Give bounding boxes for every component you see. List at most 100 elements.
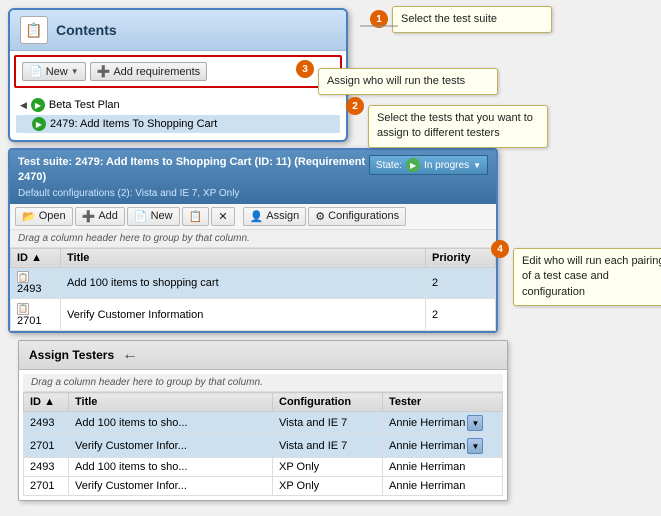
- tester-select[interactable]: Annie Herriman ▼: [389, 438, 496, 454]
- sort-asc-icon: ▲: [31, 252, 42, 264]
- ts-cell-priority: 2: [426, 267, 496, 299]
- callout-number-4: 4: [491, 240, 509, 258]
- add-button[interactable]: ➕ Add: [75, 207, 125, 226]
- testsuite-title-block: Test suite: 2479: Add Items to Shopping …: [18, 155, 369, 199]
- callout-1: Select the test suite: [392, 6, 552, 33]
- state-label: State:: [376, 160, 402, 171]
- state-area: State: ▶ In progres ▼: [369, 155, 488, 175]
- at-cell-title: Verify Customer Infor...: [69, 477, 273, 496]
- tree-collapse-icon: ◀: [20, 100, 27, 111]
- tree-beta-plan[interactable]: ◀ ▶ Beta Test Plan: [16, 96, 340, 114]
- state-value: In progres: [424, 160, 469, 171]
- assign-row[interactable]: 2701 Verify Customer Infor... Vista and …: [24, 435, 503, 458]
- at-cell-title: Add 100 items to sho...: [69, 458, 273, 477]
- state-badge: State: ▶ In progres ▼: [369, 155, 488, 175]
- copy-button[interactable]: 📋: [182, 207, 210, 226]
- tester-name: Annie Herriman: [389, 417, 465, 429]
- callout-number-2: 2: [346, 97, 364, 115]
- testsuite-panel: Test suite: 2479: Add Items to Shopping …: [8, 148, 498, 333]
- tester-name: Annie Herriman: [389, 480, 465, 492]
- open-button[interactable]: 📂 Open: [15, 207, 73, 226]
- tester-dropdown-btn[interactable]: ▼: [467, 438, 483, 454]
- contents-toolbar: 📄 New ▼ ➕ Add requirements: [14, 55, 342, 88]
- drag-hint-assign: Drag a column header here to group by th…: [23, 374, 503, 392]
- assign-row[interactable]: 2493 Add 100 items to sho... XP Only Ann…: [24, 458, 503, 477]
- new-button[interactable]: 📄 New ▼: [22, 62, 86, 81]
- at-cell-config: XP Only: [273, 477, 383, 496]
- configurations-button[interactable]: ⚙ Configurations: [308, 207, 406, 226]
- assign-col-id[interactable]: ID ▲: [24, 393, 69, 412]
- play-icon: ▶: [31, 98, 45, 112]
- assign-title: Assign Testers: [29, 348, 114, 362]
- tester-dropdown-btn[interactable]: ▼: [467, 415, 483, 431]
- ts-cell-title: Verify Customer Information: [61, 299, 426, 331]
- assign-col-tester[interactable]: Tester: [383, 393, 503, 412]
- testsuite-header: Test suite: 2479: Add Items to Shopping …: [10, 150, 496, 204]
- open-icon: 📂: [22, 210, 36, 223]
- add-req-icon: ➕: [97, 65, 111, 78]
- assign-button[interactable]: 👤 Assign: [243, 207, 307, 226]
- assign-testers-header: Assign Testers ←: [19, 341, 507, 370]
- testsuite-subtitle: Default configurations (2): Vista and IE…: [18, 188, 369, 199]
- assign-sort-icon: ▲: [44, 396, 55, 408]
- state-play-icon: ▶: [406, 158, 420, 172]
- tree-test-item[interactable]: ▶ 2479: Add Items To Shopping Cart: [16, 115, 340, 133]
- col-id-header[interactable]: ID ▲: [11, 248, 61, 267]
- at-cell-title: Verify Customer Infor...: [69, 435, 273, 458]
- ts-cell-id: 📋2701: [11, 299, 61, 331]
- assign-row[interactable]: 2701 Verify Customer Infor... XP Only An…: [24, 477, 503, 496]
- tester-name: Annie Herriman: [389, 461, 465, 473]
- assign-row[interactable]: 2493 Add 100 items to sho... Vista and I…: [24, 412, 503, 435]
- delete-icon: ✕: [218, 210, 227, 223]
- callout-2: Select the tests that you want to assign…: [368, 105, 548, 148]
- contents-tree: ◀ ▶ Beta Test Plan ▶ 2479: Add Items To …: [10, 92, 346, 140]
- at-cell-config: XP Only: [273, 458, 383, 477]
- contents-panel: 📋 Contents 📄 New ▼ ➕ Add requirements ◀ …: [8, 8, 348, 142]
- at-cell-tester: Annie Herriman: [383, 477, 503, 496]
- copy-icon: 📋: [189, 210, 203, 223]
- at-cell-id: 2493: [24, 458, 69, 477]
- at-cell-config: Vista and IE 7: [273, 412, 383, 435]
- drag-hint-testsuite: Drag a column header here to group by th…: [10, 230, 496, 248]
- at-cell-title: Add 100 items to sho...: [69, 412, 273, 435]
- callout-1-line: [350, 16, 400, 36]
- tester-select[interactable]: Annie Herriman ▼: [389, 415, 496, 431]
- tester-name: Annie Herriman: [389, 440, 465, 452]
- delete-button[interactable]: ✕: [211, 207, 234, 226]
- testsuite-toolbar: 📂 Open ➕ Add 📄 New 📋 ✕ 👤 Assign ⚙ Config…: [10, 204, 496, 230]
- add-requirements-button[interactable]: ➕ Add requirements: [90, 62, 208, 81]
- callout-number-3: 3: [296, 60, 314, 78]
- contents-header: 📋 Contents: [10, 10, 346, 51]
- assign-arrow-icon: ←: [122, 346, 138, 364]
- at-cell-id: 2493: [24, 412, 69, 435]
- ts-cell-id: 📋2493: [11, 267, 61, 299]
- assign-icon: 👤: [250, 210, 264, 223]
- ts-cell-title: Add 100 items to shopping cart: [61, 267, 426, 299]
- callout-4: Edit who will run each pairing of a test…: [513, 248, 661, 306]
- testsuite-row[interactable]: 📋2701 Verify Customer Information 2: [11, 299, 496, 331]
- new-test-button[interactable]: 📄 New: [127, 207, 180, 226]
- assign-content: Drag a column header here to group by th…: [19, 370, 507, 500]
- new-icon: 📄: [29, 65, 43, 78]
- row-icon: 📋: [17, 271, 29, 283]
- at-cell-config: Vista and IE 7: [273, 435, 383, 458]
- ts-cell-priority: 2: [426, 299, 496, 331]
- at-cell-tester[interactable]: Annie Herriman ▼: [383, 435, 503, 458]
- at-cell-tester: Annie Herriman: [383, 458, 503, 477]
- assign-testers-table: ID ▲ Title Configuration Tester 2493 Add…: [23, 392, 503, 496]
- testsuite-title: Test suite: 2479: Add Items to Shopping …: [18, 155, 369, 186]
- config-icon: ⚙: [315, 210, 325, 223]
- col-priority-header[interactable]: Priority: [426, 248, 496, 267]
- testsuite-table: ID ▲ Title Priority 📋2493 Add 100 items …: [10, 248, 496, 331]
- assign-col-config[interactable]: Configuration: [273, 393, 383, 412]
- assign-col-title[interactable]: Title: [69, 393, 273, 412]
- add-icon: ➕: [82, 210, 96, 223]
- state-dropdown-icon[interactable]: ▼: [473, 161, 481, 170]
- dropdown-arrow-icon[interactable]: ▼: [71, 67, 79, 76]
- assign-testers-panel: Assign Testers ← Drag a column header he…: [18, 340, 508, 501]
- col-title-header[interactable]: Title: [61, 248, 426, 267]
- new-test-icon: 📄: [134, 210, 148, 223]
- at-cell-tester[interactable]: Annie Herriman ▼: [383, 412, 503, 435]
- play-child-icon: ▶: [32, 117, 46, 131]
- testsuite-row[interactable]: 📋2493 Add 100 items to shopping cart 2: [11, 267, 496, 299]
